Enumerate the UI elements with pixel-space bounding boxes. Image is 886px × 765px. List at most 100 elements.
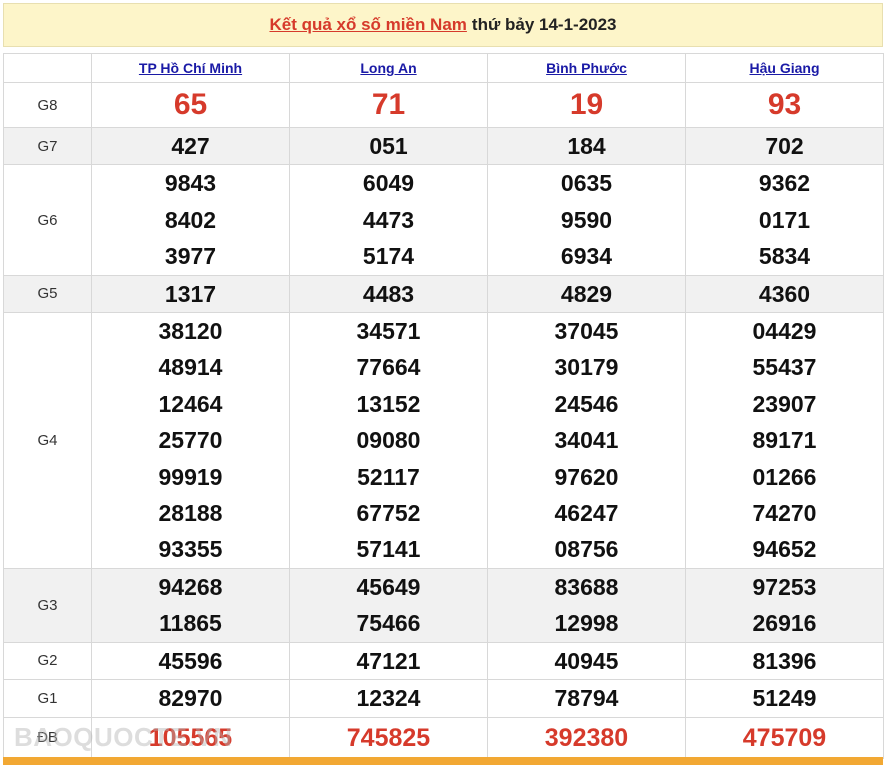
result-cell: 81396 (685, 641, 884, 681)
result-number: 48914 (158, 354, 223, 381)
result-cell: 40945 (487, 641, 686, 681)
result-number: 24546 (554, 390, 619, 417)
result-number: 0635 (560, 170, 613, 197)
result-cell: 93 (685, 82, 884, 128)
result-number: 45649 (356, 573, 421, 600)
result-cell: 97253 26916 (685, 567, 884, 643)
result-cell: 34571 77664 13152 09080 52117 67752 57141 (289, 312, 488, 569)
result-cell: 702 (685, 126, 884, 166)
result-number: 78794 (554, 685, 619, 712)
result-number: 4360 (758, 280, 811, 307)
result-number: 4483 (362, 280, 415, 307)
result-cell: 94268 11865 (91, 567, 290, 643)
result-number: 82970 (158, 685, 223, 712)
result-number: 23907 (752, 390, 817, 417)
result-number: 12324 (356, 685, 421, 712)
result-cell: 4483 (289, 274, 488, 314)
province-link[interactable]: Bình Phước (546, 60, 627, 76)
province-link[interactable]: Long An (360, 60, 416, 76)
result-number: 34041 (554, 427, 619, 454)
result-number: 34571 (356, 318, 421, 345)
result-number: 04429 (752, 318, 817, 345)
result-number: 55437 (752, 354, 817, 381)
result-number: 9362 (758, 170, 811, 197)
province-link[interactable]: TP Hồ Chí Minh (139, 60, 242, 76)
province-header: Hậu Giang (685, 53, 884, 83)
result-number: 12464 (158, 390, 223, 417)
province-header: Long An (289, 53, 488, 83)
result-number: 3977 (164, 243, 217, 270)
prize-label: G7 (3, 126, 92, 166)
result-cell: 45596 (91, 641, 290, 681)
result-cell: 4360 (685, 274, 884, 314)
result-cell: 184 (487, 126, 686, 166)
result-number: 392380 (544, 723, 629, 752)
result-cell: 9362 0171 5834 (685, 164, 884, 276)
result-number: 9590 (560, 206, 613, 233)
prize-label: G4 (3, 312, 92, 569)
result-number: 184 (567, 133, 606, 159)
result-cell: 47121 (289, 641, 488, 681)
result-number: 93 (767, 88, 802, 121)
province-header: TP Hồ Chí Minh (91, 53, 290, 83)
result-cell: 105565 (91, 716, 290, 759)
prize-column-header (3, 53, 92, 83)
result-cell: 65 (91, 82, 290, 128)
result-number: 105565 (148, 723, 233, 752)
result-number: 75466 (356, 610, 421, 637)
result-number: 81396 (752, 647, 817, 674)
result-number: 47121 (356, 647, 421, 674)
province-header: Bình Phước (487, 53, 686, 83)
province-header-row: TP Hồ Chí Minh Long An Bình Phước Hậu Gi… (3, 53, 884, 83)
result-cell: 37045 30179 24546 34041 97620 46247 08756 (487, 312, 686, 569)
result-number: 57141 (356, 536, 421, 563)
result-number: 99919 (158, 463, 223, 490)
result-number: 11865 (159, 610, 222, 637)
result-number: 12998 (554, 610, 619, 637)
result-number: 74270 (752, 500, 817, 527)
result-cell: 1317 (91, 274, 290, 314)
result-number: 97253 (752, 573, 817, 600)
result-number: 46247 (554, 500, 619, 527)
result-number: 475709 (742, 723, 827, 752)
result-number: 09080 (356, 427, 421, 454)
prize-row: ĐB 105565 745825 392380 475709 (3, 716, 884, 759)
result-number: 8402 (164, 206, 217, 233)
result-cell: 475709 (685, 716, 884, 759)
prize-row: G3 94268 11865 45649 75466 83688 12998 97253 269… (3, 567, 884, 643)
result-cell: 427 (91, 126, 290, 166)
results-header: Kết quả xổ số miền Nam thứ bảy 14-1-2023 (3, 3, 883, 47)
results-title-link[interactable]: Kết quả xổ số miền Nam (269, 15, 466, 35)
prize-label: G6 (3, 164, 92, 276)
result-cell: 71 (289, 82, 488, 128)
result-number: 08756 (554, 536, 619, 563)
province-link[interactable]: Hậu Giang (749, 60, 819, 76)
prize-row: G7 427 051 184 702 (3, 126, 884, 166)
result-number: 4473 (362, 206, 415, 233)
result-number: 30179 (554, 354, 619, 381)
prize-label: G3 (3, 567, 92, 643)
result-number: 051 (369, 133, 408, 159)
result-number: 65 (173, 88, 208, 121)
prize-row: G1 82970 12324 78794 51249 (3, 679, 884, 718)
result-number: 0171 (758, 206, 811, 233)
result-number: 38120 (158, 318, 223, 345)
prize-label: G5 (3, 274, 92, 314)
result-cell: 04429 55437 23907 89171 01266 74270 94652 (685, 312, 884, 569)
result-number: 427 (171, 133, 210, 159)
prize-row: G8 65 71 19 93 (3, 82, 884, 128)
result-cell: 0635 9590 6934 (487, 164, 686, 276)
result-cell: 83688 12998 (487, 567, 686, 643)
result-cell: 38120 48914 12464 25770 99919 28188 93355 (91, 312, 290, 569)
bottom-bar (3, 757, 883, 765)
lottery-results-table: TP Hồ Chí Minh Long An Bình Phước Hậu Gi… (3, 53, 884, 759)
result-cell: 392380 (487, 716, 686, 759)
result-number: 37045 (554, 318, 619, 345)
prize-row: G4 38120 48914 12464 25770 99919 28188 93355 345… (3, 312, 884, 569)
result-number: 6934 (560, 243, 613, 270)
result-number: 40945 (554, 647, 619, 674)
result-number: 26916 (752, 610, 817, 637)
result-number: 97620 (554, 463, 619, 490)
result-cell: 051 (289, 126, 488, 166)
result-cell: 6049 4473 5174 (289, 164, 488, 276)
